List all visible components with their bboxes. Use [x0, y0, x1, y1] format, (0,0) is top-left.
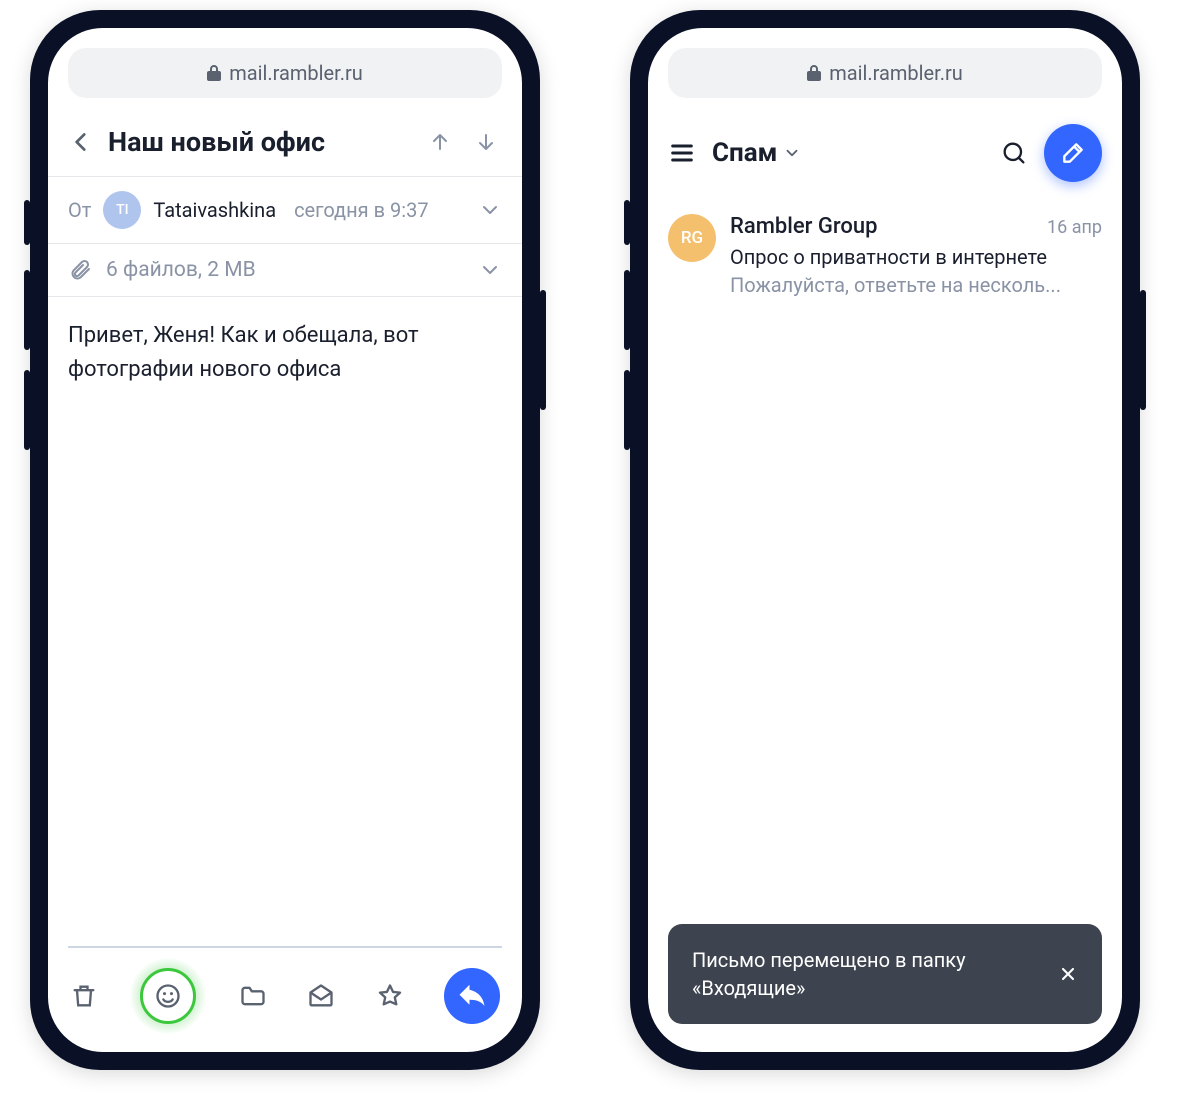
message-header: Наш новый офис	[48, 98, 522, 176]
folder-name: Спам	[712, 138, 777, 168]
phone-side-button	[540, 290, 546, 410]
mail-subject: Опрос о приватности в интернете	[730, 245, 1102, 269]
phone-side-button	[1140, 290, 1146, 410]
phone-side-button	[24, 370, 30, 450]
from-label: От	[68, 198, 91, 222]
phone-side-button	[624, 270, 630, 350]
sender-time: сегодня в 9:37	[294, 198, 428, 222]
paperclip-icon	[68, 258, 92, 282]
reply-icon	[457, 981, 487, 1011]
smiley-icon	[154, 982, 182, 1010]
toast: Письмо перемещено в папку «Входящие»	[668, 924, 1102, 1024]
reply-button[interactable]	[444, 968, 500, 1024]
screen-right: mail.rambler.ru Спам RG Ra	[648, 28, 1122, 1052]
phone-side-button	[624, 200, 630, 245]
attachments-summary: 6 файлов, 2 MB	[106, 258, 256, 282]
mail-sender: Rambler Group	[730, 214, 877, 239]
mark-not-spam-button[interactable]	[138, 966, 198, 1026]
prev-message-button[interactable]	[424, 126, 456, 158]
star-button[interactable]	[376, 982, 404, 1010]
address-url: mail.rambler.ru	[229, 61, 363, 85]
address-bar[interactable]: mail.rambler.ru	[68, 48, 502, 98]
search-button[interactable]	[1000, 139, 1028, 167]
mail-content: Rambler Group 16 апр Опрос о приватности…	[730, 214, 1102, 297]
move-to-folder-button[interactable]	[239, 982, 267, 1010]
pencil-icon	[1060, 140, 1086, 166]
message-toolbar	[48, 948, 522, 1052]
phone-side-button	[624, 370, 630, 450]
mail-preview: Пожалуйста, ответьте на несколь...	[730, 273, 1102, 297]
toast-text: Письмо перемещено в папку «Входящие»	[692, 946, 1042, 1002]
address-bar[interactable]: mail.rambler.ru	[668, 48, 1102, 98]
toast-close-button[interactable]	[1058, 964, 1078, 984]
phone-side-button	[24, 270, 30, 350]
sender-name: Tataivashkina	[153, 198, 276, 222]
delete-button[interactable]	[70, 982, 98, 1010]
message-body: Привет, Женя! Как и обещала, вот фотогра…	[48, 297, 522, 409]
mark-read-button[interactable]	[307, 982, 335, 1010]
screen-left: mail.rambler.ru Наш новый офис От TI Tat…	[48, 28, 522, 1052]
chevron-down-icon	[783, 144, 801, 162]
phone-right: mail.rambler.ru Спам RG Ra	[630, 10, 1140, 1070]
mail-avatar: RG	[668, 214, 716, 262]
phone-side-button	[24, 200, 30, 245]
next-message-button[interactable]	[470, 126, 502, 158]
from-row[interactable]: От TI Tataivashkina сегодня в 9:37	[48, 177, 522, 243]
message-subject: Наш новый офис	[108, 126, 410, 158]
back-button[interactable]	[68, 129, 94, 155]
folder-header: Спам	[648, 98, 1122, 200]
close-icon	[1058, 964, 1078, 984]
mail-item[interactable]: RG Rambler Group 16 апр Опрос о приватно…	[648, 200, 1122, 311]
mail-date: 16 апр	[1047, 217, 1102, 238]
folder-selector[interactable]: Спам	[712, 138, 984, 168]
chevron-down-icon[interactable]	[478, 258, 502, 282]
phone-left: mail.rambler.ru Наш новый офис От TI Tat…	[30, 10, 540, 1070]
menu-button[interactable]	[668, 139, 696, 167]
lock-icon	[807, 65, 821, 81]
sender-avatar: TI	[103, 191, 141, 229]
address-url: mail.rambler.ru	[829, 61, 963, 85]
lock-icon	[207, 65, 221, 81]
attachments-row[interactable]: 6 файлов, 2 MB	[48, 244, 522, 296]
chevron-down-icon[interactable]	[478, 198, 502, 222]
compose-button[interactable]	[1044, 124, 1102, 182]
